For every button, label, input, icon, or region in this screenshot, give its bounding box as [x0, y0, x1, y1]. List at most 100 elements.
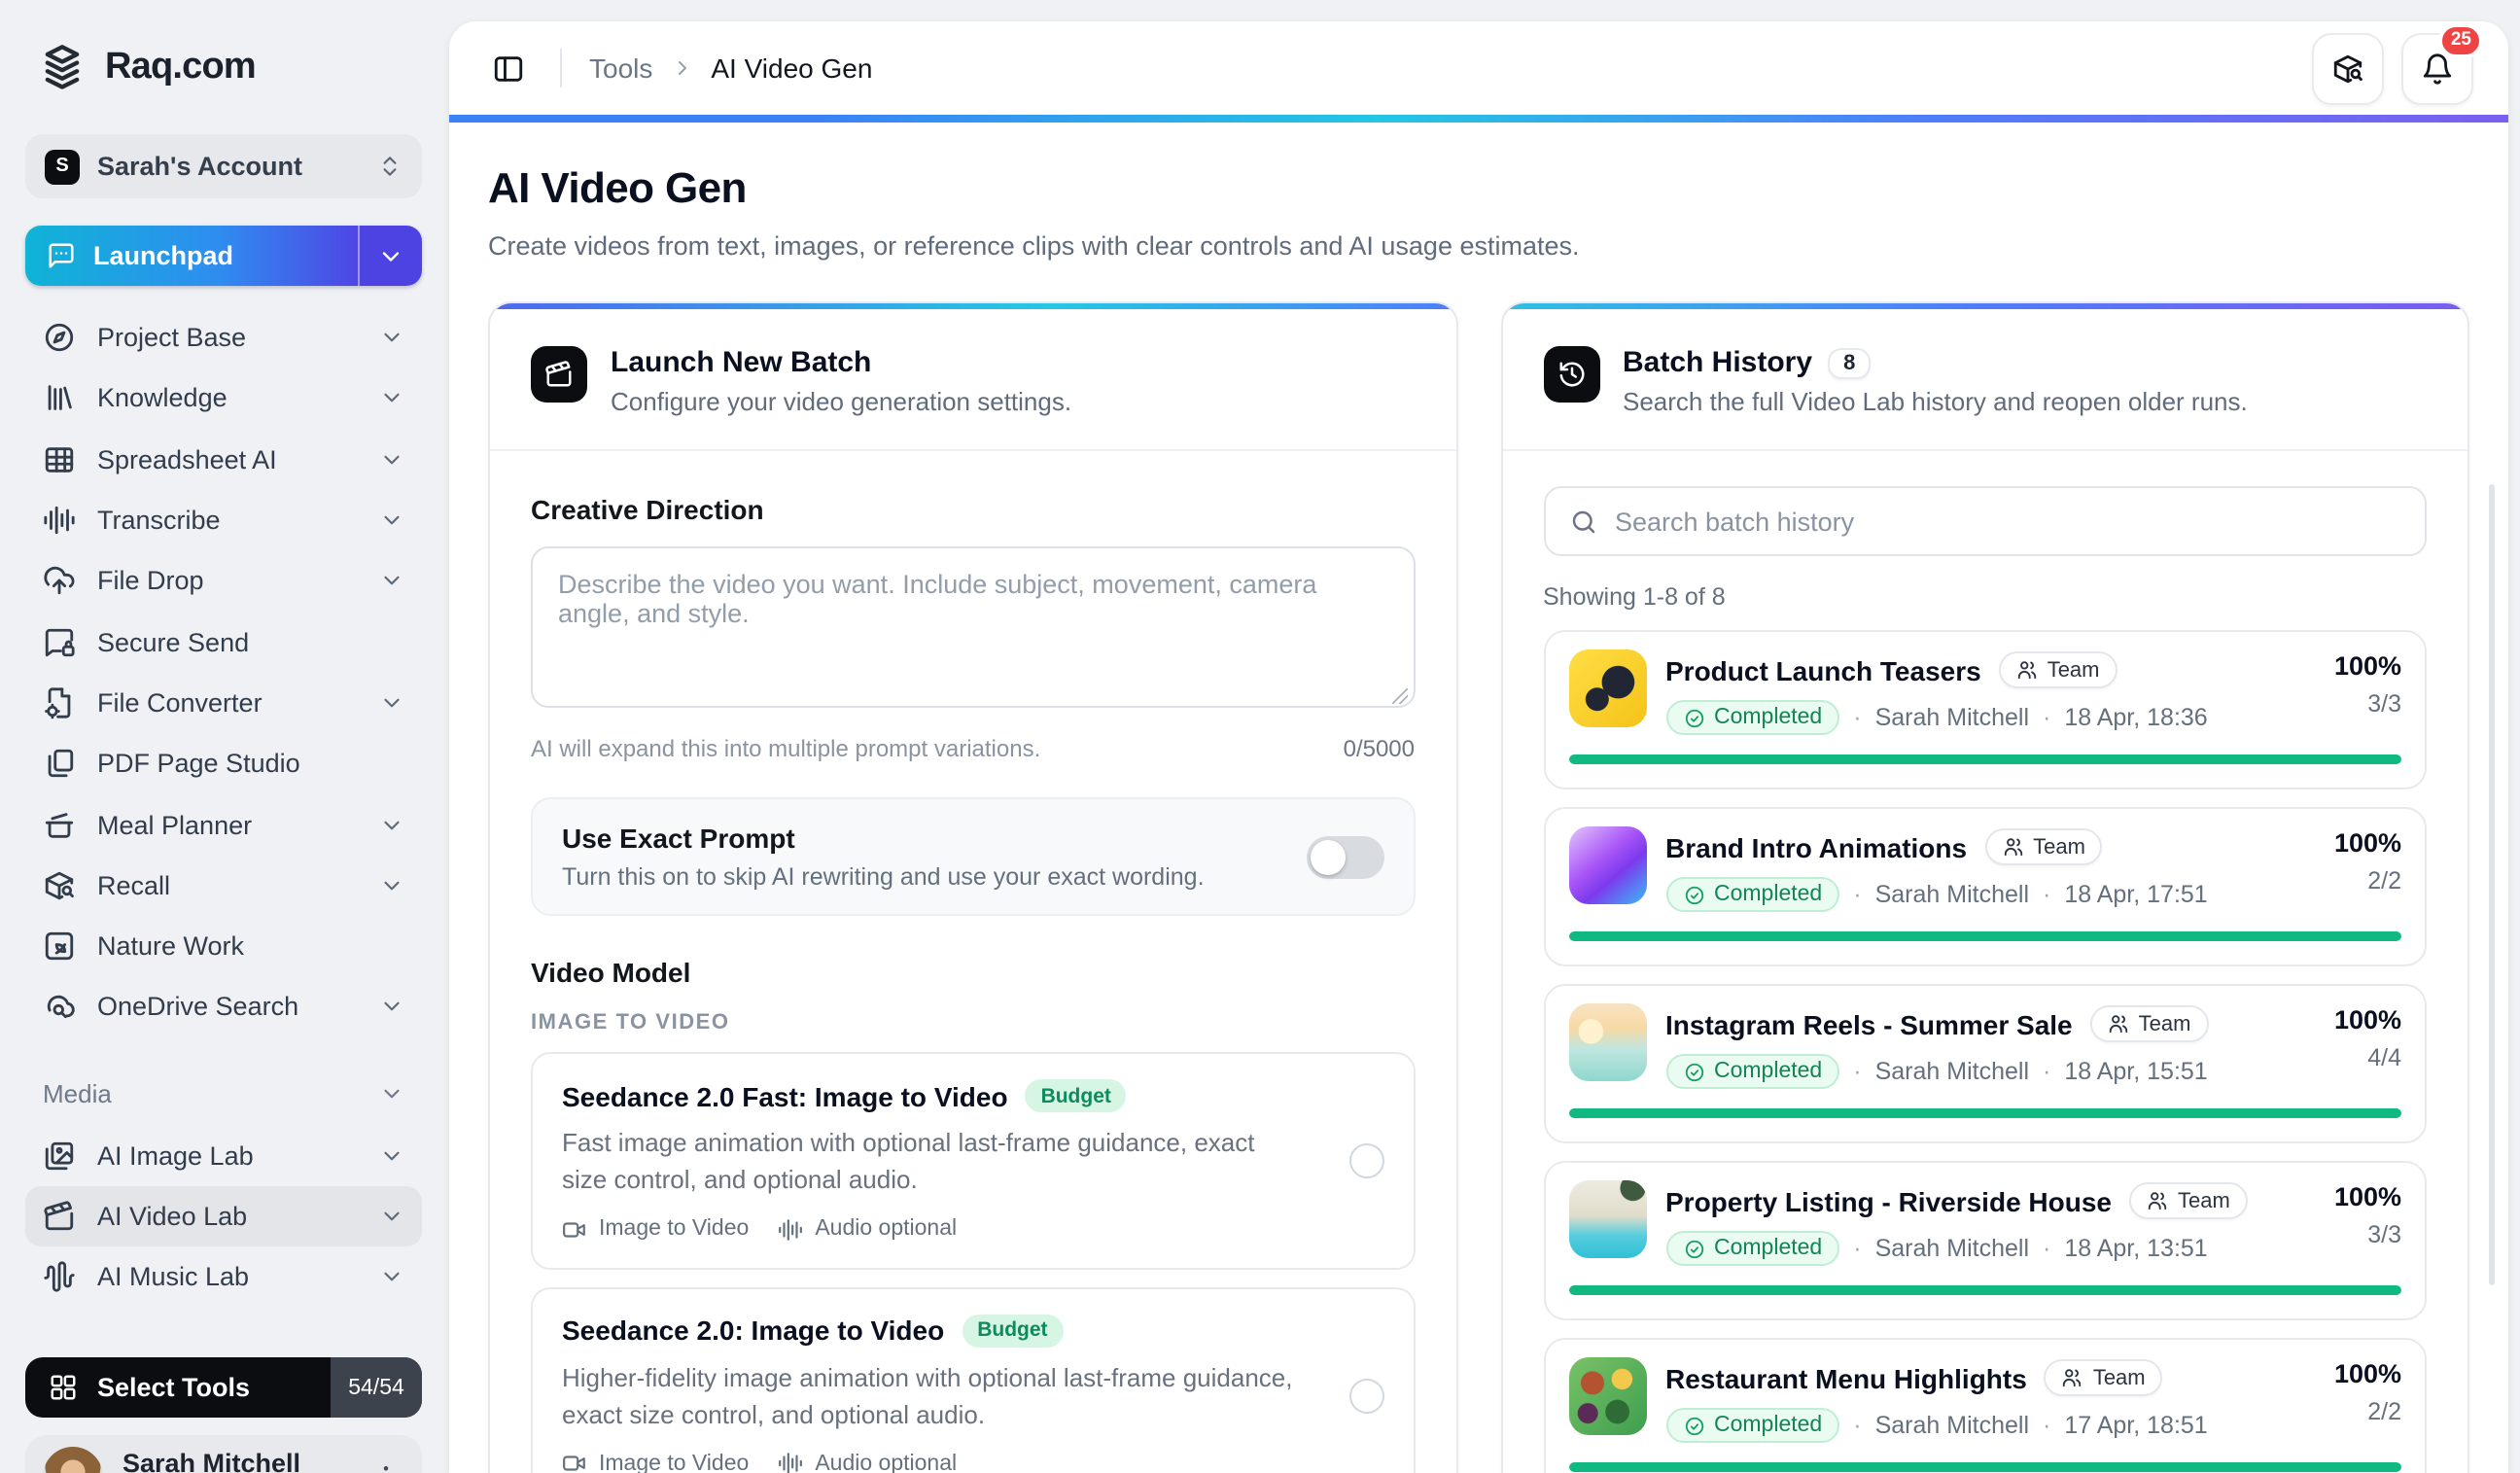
- notifications-button[interactable]: 25: [2401, 32, 2473, 104]
- batch-ratio: 2/2: [2334, 867, 2401, 894]
- chevron-down-icon: [379, 690, 404, 716]
- batch-percent: 100%: [2334, 1005, 2401, 1035]
- topbar: Tools AI Video Gen 25: [449, 21, 2508, 115]
- status-badge: Completed: [1665, 877, 1839, 912]
- sidebar-item-ai-video-lab[interactable]: AI Video Lab: [25, 1186, 422, 1247]
- team-badge: Team: [2045, 1359, 2163, 1396]
- history-item[interactable]: Property Listing - Riverside House Team: [1543, 1161, 2427, 1320]
- model-tag-image-to-video: Image to Video: [562, 1452, 749, 1473]
- sidebar-item-ai-music-lab[interactable]: AI Music Lab: [25, 1246, 422, 1308]
- exact-prompt-toggle[interactable]: [1306, 835, 1383, 878]
- users-icon: [2062, 1367, 2083, 1388]
- progress-bar: [1568, 754, 2401, 764]
- chevron-down-icon: [379, 995, 404, 1020]
- breadcrumb-tools[interactable]: Tools: [589, 53, 652, 84]
- card-title: Batch History: [1623, 346, 1812, 379]
- package-search-button[interactable]: [2312, 32, 2384, 104]
- page-title: AI Video Gen: [488, 163, 2469, 214]
- model-tag-image-to-video: Image to Video: [562, 1216, 749, 1242]
- card-title: Launch New Batch: [611, 346, 871, 379]
- notification-badge: 25: [2439, 22, 2483, 57]
- package-search-icon: [43, 869, 76, 902]
- history-item[interactable]: Restaurant Menu Highlights Team: [1543, 1338, 2427, 1473]
- audio-wave-icon: [43, 1261, 76, 1294]
- batch-percent: 100%: [2334, 1359, 2401, 1388]
- clapperboard-icon: [531, 346, 587, 403]
- chevron-down-icon: [379, 873, 404, 898]
- check-circle-icon: [1683, 1061, 1704, 1082]
- library-icon: [43, 382, 76, 415]
- budget-badge: Budget: [1026, 1079, 1127, 1112]
- batch-percent: 100%: [2334, 1182, 2401, 1211]
- sidebar-item-project-base[interactable]: Project Base: [25, 307, 422, 368]
- sidebar-section-media[interactable]: Media: [25, 1070, 422, 1117]
- sidebar-toggle-icon[interactable]: [484, 44, 533, 92]
- batch-ratio: 3/3: [2334, 690, 2401, 718]
- sidebar-item-secure-send[interactable]: Secure Send: [25, 612, 422, 673]
- breadcrumb-current: AI Video Gen: [711, 53, 872, 84]
- card-subtitle: Configure your video generation settings…: [611, 387, 1071, 416]
- sidebar-item-nature-work[interactable]: Nature Work: [25, 916, 422, 977]
- sidebar-item-transcribe[interactable]: Transcribe: [25, 490, 422, 551]
- model-tag-audio-optional: Audio optional: [778, 1452, 957, 1473]
- video-camera-icon: [562, 1216, 587, 1242]
- sidebar-item-file-converter[interactable]: File Converter: [25, 673, 422, 734]
- sidebar-item-onedrive-search[interactable]: OneDrive Search: [25, 977, 422, 1038]
- chevron-down-icon: [379, 1204, 404, 1229]
- video-camera-icon: [562, 1452, 587, 1473]
- model-option-seedance[interactable]: Seedance 2.0: Image to Video Budget High…: [531, 1286, 1415, 1473]
- launchpad-expand-button[interactable]: [358, 226, 422, 286]
- compass-icon: [43, 321, 76, 354]
- model-option-seedance-fast[interactable]: Seedance 2.0 Fast: Image to Video Budget…: [531, 1052, 1415, 1269]
- batch-thumbnail: [1568, 1357, 1646, 1435]
- sidebar: Raq.com S Sarah's Account Launchpad: [0, 0, 447, 1473]
- team-badge: Team: [1984, 828, 2103, 865]
- select-tools-button[interactable]: Select Tools 54/54: [25, 1358, 422, 1419]
- sidebar-item-recall[interactable]: Recall: [25, 855, 422, 916]
- sidebar-item-knowledge[interactable]: Knowledge: [25, 368, 422, 430]
- check-circle-icon: [1683, 1238, 1704, 1259]
- model-radio[interactable]: [1348, 1378, 1383, 1413]
- users-icon: [2108, 1013, 2129, 1035]
- use-exact-prompt-box: Use Exact Prompt Turn this on to skip AI…: [531, 797, 1415, 916]
- sidebar-item-pdf-page-studio[interactable]: PDF Page Studio: [25, 733, 422, 794]
- audio-lines-icon: [778, 1216, 803, 1242]
- batch-percent: 100%: [2334, 828, 2401, 858]
- history-item[interactable]: Instagram Reels - Summer Sale Team: [1543, 984, 2427, 1143]
- history-item[interactable]: Brand Intro Animations Team: [1543, 807, 2427, 966]
- creative-direction-input[interactable]: [531, 546, 1415, 708]
- model-tag-audio-optional: Audio optional: [778, 1216, 957, 1242]
- account-switcher[interactable]: S Sarah's Account: [25, 134, 422, 198]
- upload-cloud-icon: [43, 565, 76, 598]
- accent-gradient-bar: [449, 115, 2508, 123]
- batch-history-search[interactable]: [1543, 486, 2427, 556]
- chevron-down-icon: [379, 1142, 404, 1168]
- sidebar-media-nav: AI Image Lab AI Video Lab AI Music Lab: [25, 1125, 422, 1308]
- batch-author: Sarah Mitchell: [1875, 1235, 2029, 1262]
- history-item[interactable]: Product Launch Teasers Team: [1543, 630, 2427, 789]
- kebab-menu-icon[interactable]: [368, 1459, 404, 1473]
- toggle-knob: [1310, 839, 1345, 874]
- chevron-down-icon: [379, 386, 404, 411]
- users-icon: [2002, 836, 2023, 858]
- model-radio[interactable]: [1348, 1143, 1383, 1178]
- check-circle-icon: [1683, 884, 1704, 905]
- chevron-down-icon: [379, 1081, 404, 1106]
- message-dots-icon: [47, 241, 76, 270]
- progress-bar: [1568, 1108, 2401, 1118]
- batch-date: 18 Apr, 17:51: [2064, 881, 2207, 908]
- sidebar-item-ai-image-lab[interactable]: AI Image Lab: [25, 1125, 422, 1186]
- chevrons-up-down-icon: [377, 154, 402, 179]
- sidebar-item-file-drop[interactable]: File Drop: [25, 550, 422, 612]
- launchpad-button[interactable]: Launchpad: [25, 226, 422, 286]
- sidebar-item-spreadsheet-ai[interactable]: Spreadsheet AI: [25, 429, 422, 490]
- user-card[interactable]: Sarah Mitchell sarah.mitchell@westbur...: [25, 1436, 422, 1473]
- batch-percent: 100%: [2334, 651, 2401, 681]
- batch-ratio: 2/2: [2334, 1398, 2401, 1425]
- avatar: [43, 1448, 103, 1473]
- scrollbar[interactable]: [2489, 484, 2495, 1285]
- sidebar-item-meal-planner[interactable]: Meal Planner: [25, 794, 422, 856]
- search-input[interactable]: [1615, 507, 2401, 536]
- batch-thumbnail: [1568, 826, 1646, 904]
- pages-icon: [43, 747, 76, 780]
